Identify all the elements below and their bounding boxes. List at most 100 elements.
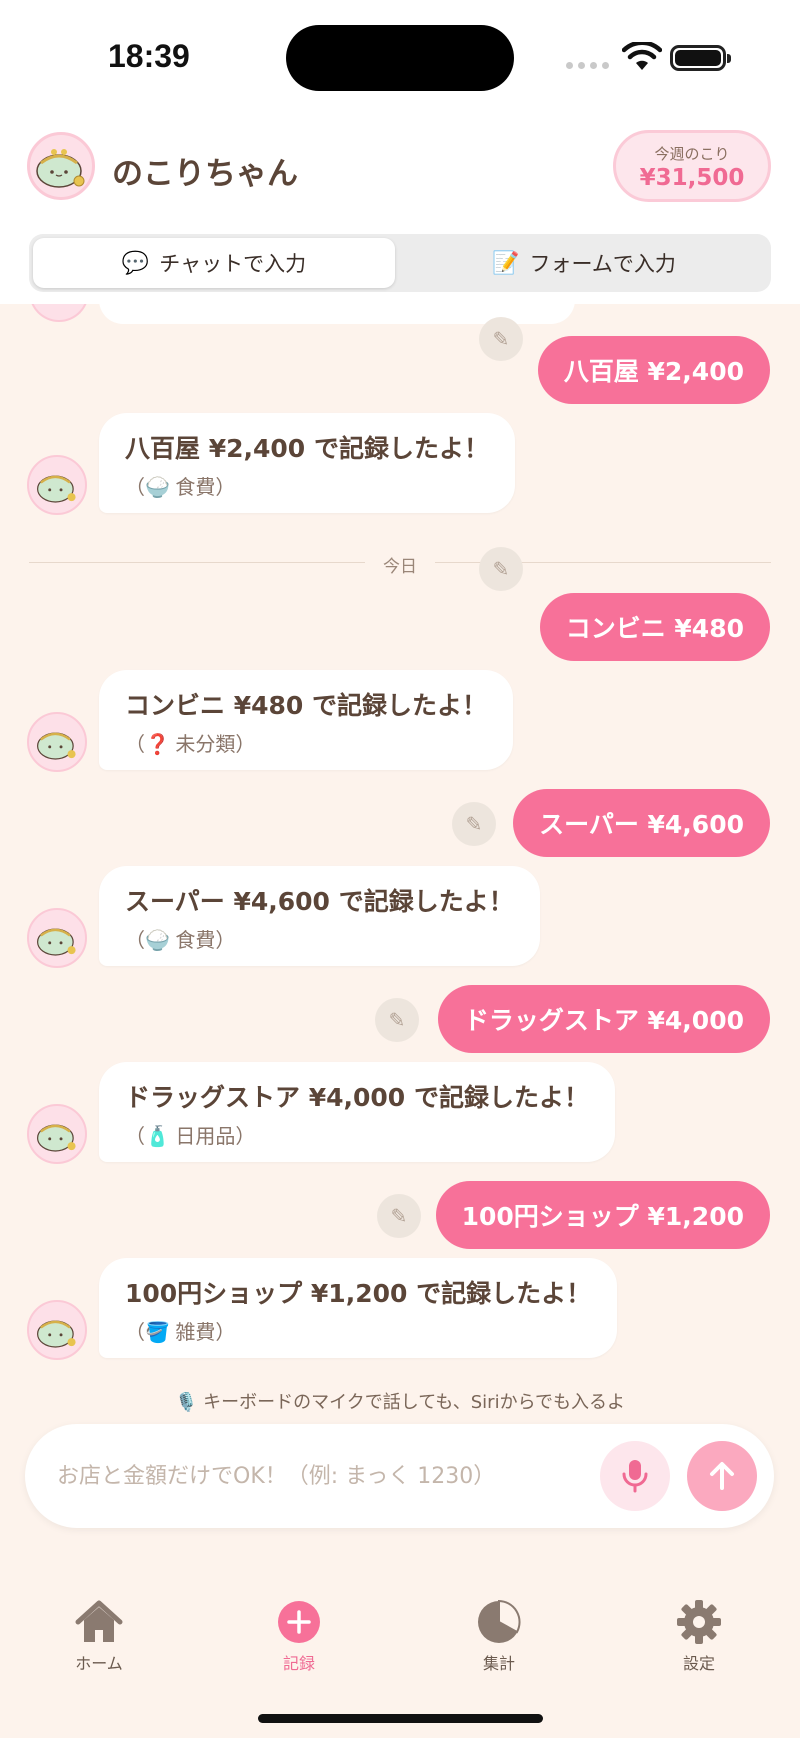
edit-message-button[interactable]: ✎ — [479, 547, 523, 591]
amount: ¥4,000 — [308, 1083, 406, 1112]
cellular-signal-icon — [566, 62, 609, 69]
pencil-icon: ✎ — [390, 1204, 408, 1228]
date-divider: 今日 — [29, 550, 771, 577]
status-bar: 18:39 — [0, 0, 800, 116]
app-title: のこりちゃん — [112, 156, 298, 192]
category-label: 雑費 — [175, 1320, 216, 1344]
input-mode-segmented-control: 💬 チャットで入力 📝 フォームで入力 — [29, 234, 771, 292]
pencil-icon: ✎ — [465, 812, 483, 836]
bot-message-text: スーパー ¥4,600 で記録したよ！ — [125, 882, 514, 918]
voice-input-hint-text: キーボードのマイクで話しても、Siriからでも入るよ — [203, 1392, 626, 1413]
form-input-tab[interactable]: 📝 フォームで入力 — [403, 238, 765, 288]
bot-message-bubble: スーパー ¥4,600 で記録したよ！ （🍚 食費） — [99, 866, 540, 966]
send-button[interactable] — [687, 1441, 757, 1511]
purse-mascot-icon — [37, 1124, 76, 1152]
dynamic-island — [286, 25, 514, 91]
home-indicator — [258, 1714, 543, 1723]
pencil-icon: ✎ — [388, 1008, 406, 1032]
gear-icon — [639, 1598, 759, 1646]
store-name: コンビニ — [125, 691, 226, 720]
user-message-bubble[interactable]: ドラッグストア ¥4,000 — [437, 985, 770, 1053]
message-input-bar — [25, 1424, 774, 1528]
confirmation-text: で記録したよ！ — [413, 1083, 589, 1112]
app-header: のこりちゃん 今週のこり ¥31,500 💬 チャットで入力 📝 フォームで入力 — [0, 116, 800, 304]
microphone-icon — [622, 1460, 648, 1493]
edit-message-button[interactable]: ✎ — [377, 1194, 421, 1238]
bot-avatar — [27, 712, 87, 772]
memo-icon: 📝 — [492, 250, 520, 276]
tab-record[interactable]: 記録 — [239, 1598, 359, 1674]
home-icon — [39, 1598, 159, 1646]
chat-input-label: チャットで入力 — [159, 252, 307, 276]
bot-message-text: ドラッグストア ¥4,000 で記録したよ！ — [125, 1078, 589, 1114]
bot-avatar — [27, 908, 87, 968]
microphone-icon: 🎙️ — [174, 1392, 198, 1413]
edit-message-button[interactable]: ✎ — [375, 998, 419, 1042]
amount: ¥1,200 — [310, 1279, 408, 1308]
category-label: 食費 — [175, 475, 216, 499]
purse-mascot-icon — [37, 1320, 76, 1348]
date-divider-label: 今日 — [383, 557, 417, 577]
remaining-label: 今週のこり — [654, 145, 730, 163]
pencil-icon: ✎ — [492, 557, 510, 581]
lotion-bottle-icon: 🧴 — [145, 1124, 170, 1148]
tab-summary[interactable]: 集計 — [439, 1598, 559, 1674]
bot-message-text: コンビニ ¥480 で記録したよ！ — [125, 686, 487, 722]
arrow-up-icon — [710, 1462, 734, 1490]
mascot-avatar — [27, 132, 95, 200]
voice-input-button[interactable] — [600, 1441, 670, 1511]
remaining-value: ¥31,500 — [639, 165, 745, 191]
category-label: 日用品 — [175, 1124, 236, 1148]
tab-settings[interactable]: 設定 — [639, 1598, 759, 1674]
bot-message-bubble: 八百屋 ¥2,400 で記録したよ！ （🍚 食費） — [99, 413, 515, 513]
user-message-bubble[interactable]: スーパー ¥4,600 — [513, 789, 770, 857]
store-name: 八百屋 — [125, 434, 201, 463]
battery-icon — [670, 45, 731, 71]
chat-log[interactable]: ✎ 八百屋 ¥2,400 八百屋 ¥2,400 で記録したよ！ （🍚 食費） 今… — [0, 304, 800, 1394]
amount: ¥2,400 — [208, 434, 306, 463]
confirmation-text: で記録したよ！ — [312, 691, 488, 720]
category-line: （🍚 食費） — [125, 928, 236, 952]
bot-message-bubble: ドラッグストア ¥4,000 で記録したよ！ （🧴 日用品） — [99, 1062, 615, 1162]
voice-input-hint: 🎙️ キーボードのマイクで話しても、Siriからでも入るよ — [0, 1388, 800, 1414]
purse-mascot-icon — [37, 475, 76, 503]
bot-avatar — [27, 455, 87, 515]
purse-mascot-icon — [36, 149, 85, 188]
confirmation-text: で記録したよ！ — [313, 434, 489, 463]
weekly-remaining-badge[interactable]: 今週のこり ¥31,500 — [613, 130, 771, 202]
bot-avatar — [27, 1104, 87, 1164]
user-message-bubble[interactable]: 八百屋 ¥2,400 — [537, 336, 770, 404]
bot-message-bubble: 100円ショップ ¥1,200 で記録したよ！ （🪣 雑費） — [99, 1258, 618, 1358]
user-message-bubble[interactable]: コンビニ ¥480 — [539, 593, 770, 661]
purse-mascot-icon — [37, 732, 76, 760]
confirmation-text: で記録したよ！ — [338, 887, 514, 916]
category-line: （❓ 未分類） — [125, 732, 256, 756]
tab-summary-label: 集計 — [482, 1654, 515, 1673]
chat-input-tab[interactable]: 💬 チャットで入力 — [33, 238, 395, 288]
wifi-icon — [622, 42, 662, 70]
message-input[interactable] — [57, 1454, 577, 1498]
category-label: 未分類 — [175, 732, 236, 756]
pencil-icon: ✎ — [492, 327, 510, 351]
rice-bowl-icon: 🍚 — [145, 475, 170, 499]
form-input-label: フォームで入力 — [529, 252, 676, 276]
store-name: ドラッグストア — [125, 1083, 301, 1112]
bucket-icon: 🪣 — [145, 1320, 170, 1344]
store-name: スーパー — [125, 887, 225, 916]
category-line: （🍚 食費） — [125, 475, 236, 499]
bot-avatar — [27, 1300, 87, 1360]
store-name: 100円ショップ — [125, 1279, 303, 1308]
plus-circle-icon — [239, 1598, 359, 1646]
edit-message-button[interactable]: ✎ — [479, 317, 523, 361]
tab-record-label: 記録 — [282, 1654, 315, 1673]
user-message-bubble[interactable]: 100円ショップ ¥1,200 — [435, 1181, 770, 1249]
tab-home[interactable]: ホーム — [39, 1598, 159, 1674]
edit-message-button[interactable]: ✎ — [452, 802, 496, 846]
category-line: （🪣 雑費） — [125, 1320, 236, 1344]
question-mark-icon: ❓ — [145, 732, 170, 756]
amount: ¥480 — [233, 691, 304, 720]
bot-avatar — [29, 304, 89, 322]
rice-bowl-icon: 🍚 — [145, 928, 170, 952]
pie-chart-icon — [439, 1598, 559, 1646]
confirmation-text: で記録したよ！ — [416, 1279, 592, 1308]
